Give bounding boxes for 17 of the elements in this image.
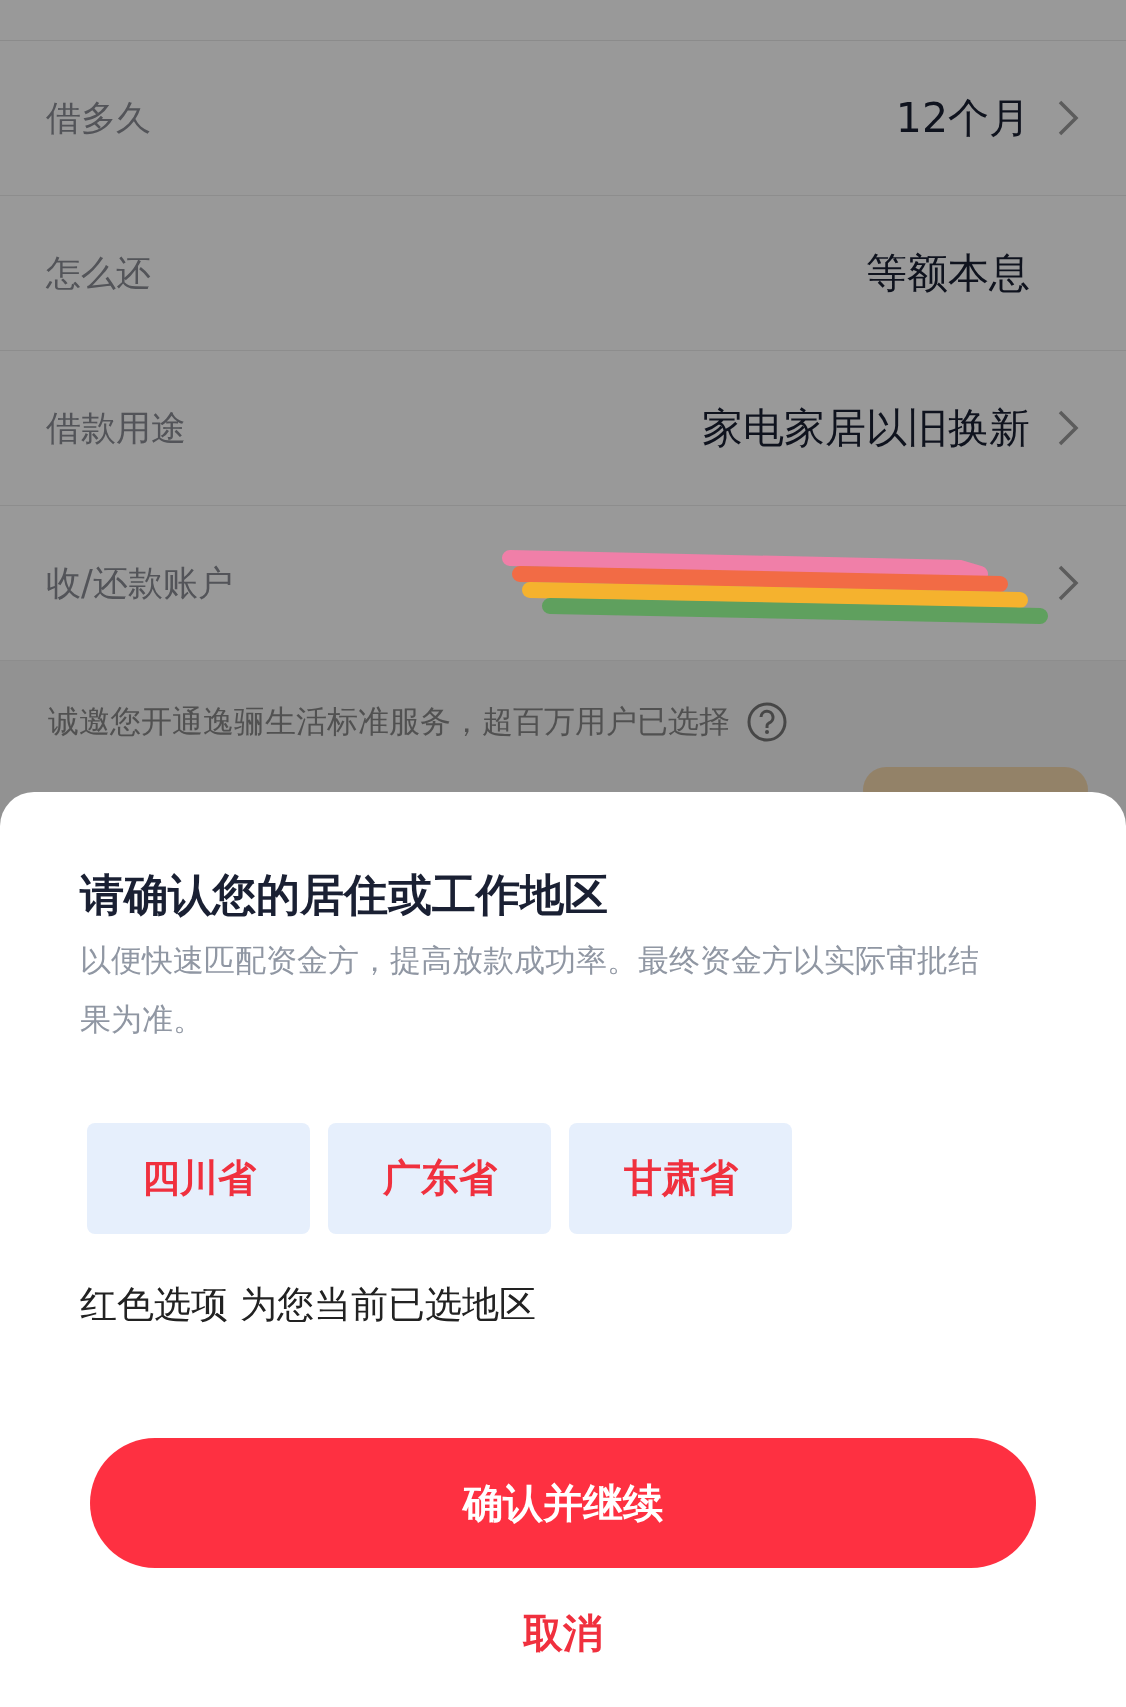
row-value: 家电家居以旧换新: [702, 402, 1030, 454]
row-label: 怎么还: [46, 251, 151, 295]
sheet-title: 请确认您的居住或工作地区: [80, 868, 609, 922]
help-icon[interactable]: [746, 701, 788, 743]
region-option[interactable]: 四川省: [87, 1123, 310, 1234]
row-label: 借款用途: [46, 406, 186, 450]
hint-text: 红色选项 为您当前已选地区: [80, 1282, 537, 1328]
region-option[interactable]: 广东省: [328, 1123, 551, 1234]
row-value: 等额本息: [866, 247, 1030, 299]
row-label: 收/还款账户: [46, 561, 233, 605]
region-option[interactable]: 甘肃省: [569, 1123, 792, 1234]
notice-text: 诚邀您开通逸骊生活标准服务，超百万用户已选择: [48, 702, 730, 741]
sheet-subtitle: 以便快速匹配资金方，提高放款成功率。最终资金方以实际审批结果为准。: [80, 941, 980, 1039]
row-value: 12个月: [895, 92, 1030, 144]
row-label: 借多久: [46, 96, 151, 140]
confirm-button[interactable]: 确认并继续: [90, 1438, 1036, 1568]
cancel-button[interactable]: 取消: [523, 1606, 603, 1661]
